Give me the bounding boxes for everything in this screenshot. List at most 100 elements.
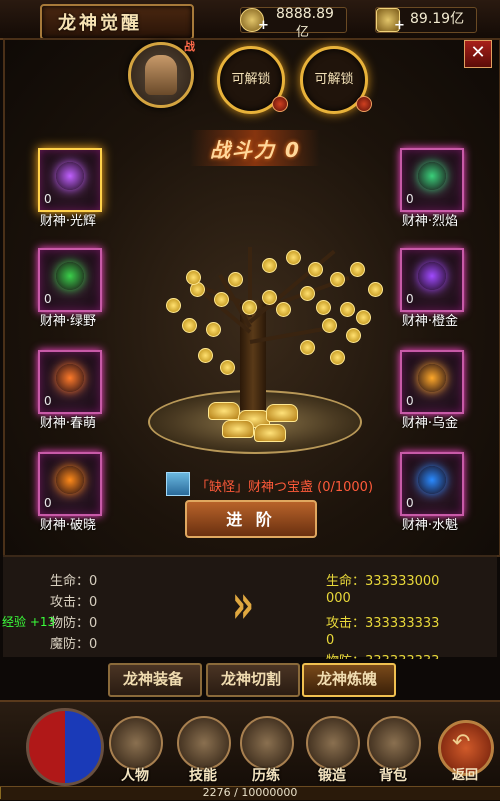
- current-hp: 生命：0: [50, 574, 98, 589]
- gold-coin-icon: [316, 300, 331, 315]
- anvil-icon[interactable]: [306, 716, 360, 770]
- helmet-icon[interactable]: [109, 716, 163, 770]
- left-slot-1[interactable]: 0: [38, 148, 102, 212]
- left-slot-2-label: 财神·绿野: [39, 314, 97, 329]
- spirit-gem-icon: [418, 162, 446, 190]
- upgrade-arrow-icon: »: [232, 573, 254, 637]
- spirit-gem-icon: [56, 262, 84, 290]
- material-icon[interactable]: [166, 472, 190, 496]
- back-button-label[interactable]: 返回: [440, 764, 490, 783]
- gold-coin-icon: [346, 328, 361, 343]
- next-hp: 生命：333333000: [326, 574, 440, 589]
- red-dot-icon: [272, 96, 288, 112]
- gold-coin-icon: [340, 302, 355, 317]
- left-slot-2[interactable]: 0: [38, 248, 102, 312]
- skill-book-icon[interactable]: [177, 716, 231, 770]
- right-slot-1-label: 财神·烈焰: [401, 214, 459, 229]
- left-slot-3-label: 财神·春萌: [39, 416, 97, 431]
- close-icon: ✕: [470, 42, 486, 63]
- gold-coin-icon: [300, 340, 315, 355]
- gold-coin-icon: [262, 290, 277, 305]
- left-slot-4-label: 财神·破晓: [39, 518, 97, 533]
- close-button[interactable]: ✕: [464, 40, 492, 68]
- spirit-gem-icon: [418, 262, 446, 290]
- red-dot-icon: [356, 96, 372, 112]
- currency2-add-button[interactable]: +: [394, 18, 405, 33]
- left-slot-1-label: 财神·光辉: [39, 214, 97, 229]
- gold-coin-icon: [368, 282, 383, 297]
- armor-icon[interactable]: [240, 716, 294, 770]
- exp-gain-popup: 经验 +13: [2, 615, 56, 629]
- gold-coin-icon: [300, 286, 315, 301]
- nav-3-label[interactable]: 历练: [236, 765, 296, 785]
- slot-count: 0: [406, 394, 414, 408]
- gold-coin-icon: [228, 272, 243, 287]
- gold-ingot-icon: [222, 420, 254, 438]
- right-slot-4-label: 财神·水魁: [401, 518, 459, 533]
- slot-count: 0: [44, 292, 52, 306]
- spirit-gem-icon: [418, 466, 446, 494]
- next-hp-cont: 000: [326, 591, 351, 606]
- nav-2-label[interactable]: 技能: [173, 765, 233, 785]
- tab-dragon-equip-label[interactable]: 龙神装备: [106, 668, 200, 689]
- next-attack-cont: 0: [326, 633, 335, 648]
- spirit-gem-icon: [56, 364, 84, 392]
- gold-coin-icon: [182, 318, 197, 333]
- right-slot-4[interactable]: 0: [400, 452, 464, 516]
- left-slot-3[interactable]: 0: [38, 350, 102, 414]
- currency2-value: 89.19亿: [410, 11, 465, 27]
- gold-coin-icon: [286, 250, 301, 265]
- slot-count: 0: [406, 192, 414, 206]
- right-slot-2-label: 财神·橙金: [401, 314, 459, 329]
- gold-coin-icon: [220, 360, 235, 375]
- spirit-gem-icon: [56, 162, 84, 190]
- gold-coin-icon: [356, 310, 371, 325]
- gold-coin-icon: [308, 262, 323, 277]
- tab-dragon-refine-label[interactable]: 龙神炼魄: [300, 668, 394, 689]
- spirit-gem-icon: [418, 364, 446, 392]
- material-requirement: 「缺怪」财神つ宝盏 (0/1000): [196, 480, 374, 495]
- combat-power-label: 战斗力: [210, 138, 276, 162]
- slot-count: 0: [406, 292, 414, 306]
- gold-coin-icon: [262, 258, 277, 273]
- tab-dragon-cut-label[interactable]: 龙神切割: [204, 668, 298, 689]
- portrait-badge: 战: [184, 40, 195, 53]
- gold-coin-icon: [330, 350, 345, 365]
- right-slot-2[interactable]: 0: [400, 248, 464, 312]
- gold-ingot-icon: [208, 402, 240, 420]
- nav-1-label[interactable]: 人物: [105, 765, 165, 785]
- yin-yang-icon[interactable]: [26, 708, 104, 786]
- gold-ingot-icon: [266, 404, 298, 422]
- right-slot-3[interactable]: 0: [400, 350, 464, 414]
- nav-4-label[interactable]: 锻造: [302, 765, 362, 785]
- right-slot-1[interactable]: 0: [400, 148, 464, 212]
- next-attack: 攻击：333333333: [326, 616, 440, 631]
- current-attack: 攻击：0: [50, 595, 98, 610]
- combat-power: 战斗力 0: [210, 134, 301, 163]
- hero-face-icon: [145, 55, 177, 95]
- gold-coin-icon: [214, 292, 229, 307]
- slot-count: 0: [44, 394, 52, 408]
- current-phys-def: 物防：0: [50, 616, 98, 631]
- left-slot-4[interactable]: 0: [38, 452, 102, 516]
- slot-count: 0: [44, 496, 52, 510]
- right-slot-3-label: 财神·乌金: [401, 416, 459, 431]
- advance-button-label[interactable]: 进 阶: [185, 506, 317, 530]
- gold-coin-icon: [322, 318, 337, 333]
- gold-coin-icon: [166, 298, 181, 313]
- next-phys-def: 物防：333333333: [326, 650, 439, 659]
- currency1-value: 8888.89: [276, 6, 334, 22]
- slot-count: 0: [406, 496, 414, 510]
- unlock-slot-1-label: 可解锁: [231, 72, 271, 87]
- currency1-add-button[interactable]: +: [258, 18, 269, 33]
- page-title: 龙神觉醒: [58, 13, 142, 34]
- nav-5-label[interactable]: 背包: [363, 765, 423, 785]
- gold-coin-icon: [198, 348, 213, 363]
- gold-coin-icon: [330, 272, 345, 287]
- combat-power-value: 0: [284, 138, 301, 162]
- gold-coin-icon: [242, 300, 257, 315]
- spirit-gem-icon: [56, 466, 84, 494]
- bag-icon[interactable]: [367, 716, 421, 770]
- gold-coin-icon: [350, 262, 365, 277]
- gold-ingot-icon: [254, 424, 286, 442]
